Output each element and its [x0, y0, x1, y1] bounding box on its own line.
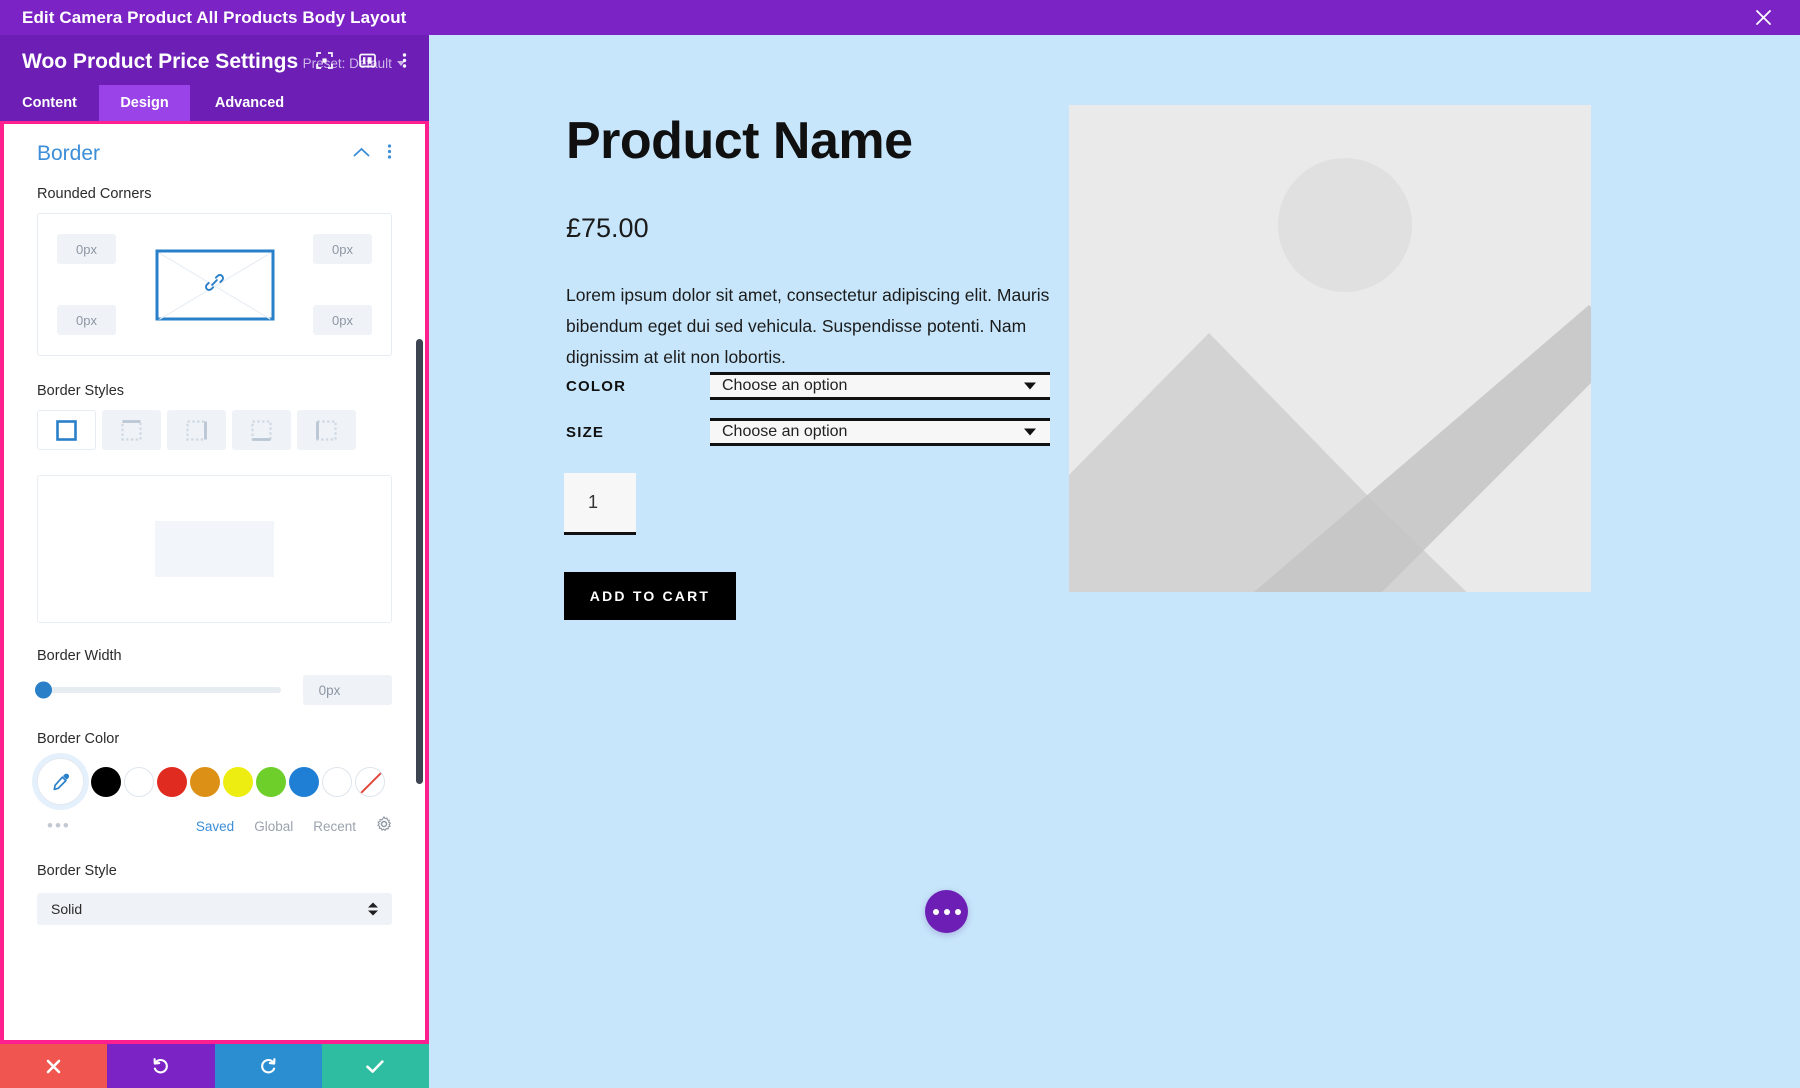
product-description: Lorem ipsum dolor sit amet, consectetur … [566, 285, 1050, 367]
border-color-label: Border Color [37, 731, 120, 747]
settings-panel: Woo Product Price Settings Preset: Defau… [0, 35, 429, 1088]
swatch-orange[interactable] [190, 766, 220, 797]
settings-panel-body-outline: Border Rounded Corners 0px 0px 0px 0px B… [0, 121, 429, 1044]
border-style-select-wrap: Solid [37, 893, 392, 925]
window-title: Edit Camera Product All Products Body La… [22, 7, 407, 27]
corner-link-box[interactable] [155, 249, 274, 320]
dot-3 [954, 908, 961, 915]
image-placeholder-icon [1069, 105, 1591, 592]
border-bottom-button[interactable] [232, 410, 291, 450]
cancel-button[interactable] [0, 1044, 108, 1088]
gear-icon[interactable] [376, 815, 392, 837]
settings-tabs: Content Design Advanced [0, 85, 429, 121]
border-color-swatches [37, 758, 392, 805]
border-section-header: Border [37, 142, 392, 166]
section-more-options-icon[interactable] [387, 143, 392, 165]
border-width-control: 0px [35, 675, 392, 705]
product-image-placeholder [1069, 105, 1591, 592]
color-tab-global[interactable]: Global [254, 819, 293, 834]
divi-builder-screen: Edit Camera Product All Products Body La… [0, 0, 1800, 1088]
corner-top-right-input[interactable]: 0px [313, 234, 372, 264]
rounded-corners-control: 0px 0px 0px 0px [37, 213, 392, 356]
product-price: £75.00 [566, 213, 649, 243]
eyedropper-icon[interactable] [37, 758, 84, 805]
redo-button[interactable] [214, 1044, 322, 1088]
border-preview-rect [155, 521, 274, 577]
tab-content[interactable]: Content [0, 85, 99, 121]
rounded-corners-label: Rounded Corners [37, 186, 152, 202]
border-style-select[interactable]: Solid [37, 893, 392, 925]
chevron-up-icon[interactable] [353, 145, 370, 163]
border-styles-label: Border Styles [37, 383, 125, 399]
border-preview-box [37, 475, 392, 623]
color-tab-saved[interactable]: Saved [196, 819, 234, 834]
select-stepper-icon [368, 902, 378, 916]
corner-top-left-input[interactable]: 0px [57, 234, 116, 264]
undo-button[interactable] [107, 1044, 215, 1088]
tab-advanced[interactable]: Advanced [190, 85, 309, 121]
window-title-bar: Edit Camera Product All Products Body La… [0, 0, 1800, 35]
border-style-label: Border Style [37, 863, 117, 879]
floating-more-options-button[interactable] [925, 890, 968, 933]
swatch-blue[interactable] [289, 766, 319, 797]
save-button[interactable] [321, 1044, 429, 1088]
border-left-button[interactable] [297, 410, 356, 450]
border-section-title: Border [37, 142, 101, 165]
border-width-label: Border Width [37, 648, 122, 664]
border-color-meta-row: ••• Saved Global Recent [37, 815, 392, 837]
page-preview-canvas: Product Name £75.00 Lorem ipsum dolor si… [429, 35, 1800, 1088]
corner-bottom-left-input[interactable]: 0px [57, 305, 116, 335]
attribute-row-color: COLOR Choose an option [566, 372, 1050, 400]
corner-bottom-right-input[interactable]: 0px [313, 305, 372, 335]
border-right-button[interactable] [167, 410, 226, 450]
swatch-yellow[interactable] [223, 766, 253, 797]
more-options-icon[interactable] [402, 52, 407, 74]
border-styles-group [37, 410, 392, 450]
add-to-cart-button[interactable]: ADD TO CART [564, 572, 736, 620]
attribute-label-color: COLOR [566, 377, 627, 395]
color-tab-recent[interactable]: Recent [313, 819, 356, 834]
settings-panel-body: Border Rounded Corners 0px 0px 0px 0px B… [4, 124, 425, 1040]
close-icon[interactable] [1746, 0, 1780, 35]
swatch-red[interactable] [157, 766, 187, 797]
swatch-black[interactable] [91, 766, 121, 797]
dot-2 [943, 908, 950, 915]
swatch-white-2[interactable] [322, 766, 352, 797]
settings-panel-header-icons [316, 52, 407, 74]
attribute-select-size[interactable]: Choose an option [710, 418, 1050, 446]
responsive-preview-icon[interactable] [316, 52, 333, 74]
border-width-slider-handle[interactable] [35, 681, 52, 699]
settings-action-bar [0, 1044, 429, 1088]
tab-design[interactable]: Design [99, 85, 190, 121]
product-name: Product Name [566, 112, 913, 170]
attribute-label-size: SIZE [566, 423, 605, 441]
chevron-down-icon [1024, 382, 1036, 390]
attribute-select-color-value: Choose an option [722, 377, 848, 394]
layout-columns-icon[interactable] [359, 52, 376, 74]
border-top-button[interactable] [102, 410, 161, 450]
border-width-slider[interactable] [35, 681, 281, 699]
link-icon [204, 271, 226, 298]
attribute-select-color[interactable]: Choose an option [710, 372, 1050, 400]
swatch-white[interactable] [124, 766, 154, 797]
settings-panel-header: Woo Product Price Settings Preset: Defau… [0, 35, 429, 85]
chevron-down-icon [1024, 428, 1036, 436]
border-all-sides-button[interactable] [37, 410, 96, 450]
attribute-select-size-value: Choose an option [722, 423, 848, 440]
settings-panel-title: Woo Product Price Settings [22, 50, 299, 73]
swatch-green[interactable] [256, 766, 286, 797]
border-width-value-input[interactable]: 0px [302, 675, 392, 705]
dot-1 [932, 908, 939, 915]
panel-scrollbar-thumb[interactable] [416, 339, 423, 784]
swatch-transparent[interactable] [355, 766, 385, 797]
more-colors-icon[interactable]: ••• [47, 816, 71, 836]
quantity-input[interactable]: 1 [564, 473, 636, 535]
attribute-row-size: SIZE Choose an option [566, 418, 1050, 446]
